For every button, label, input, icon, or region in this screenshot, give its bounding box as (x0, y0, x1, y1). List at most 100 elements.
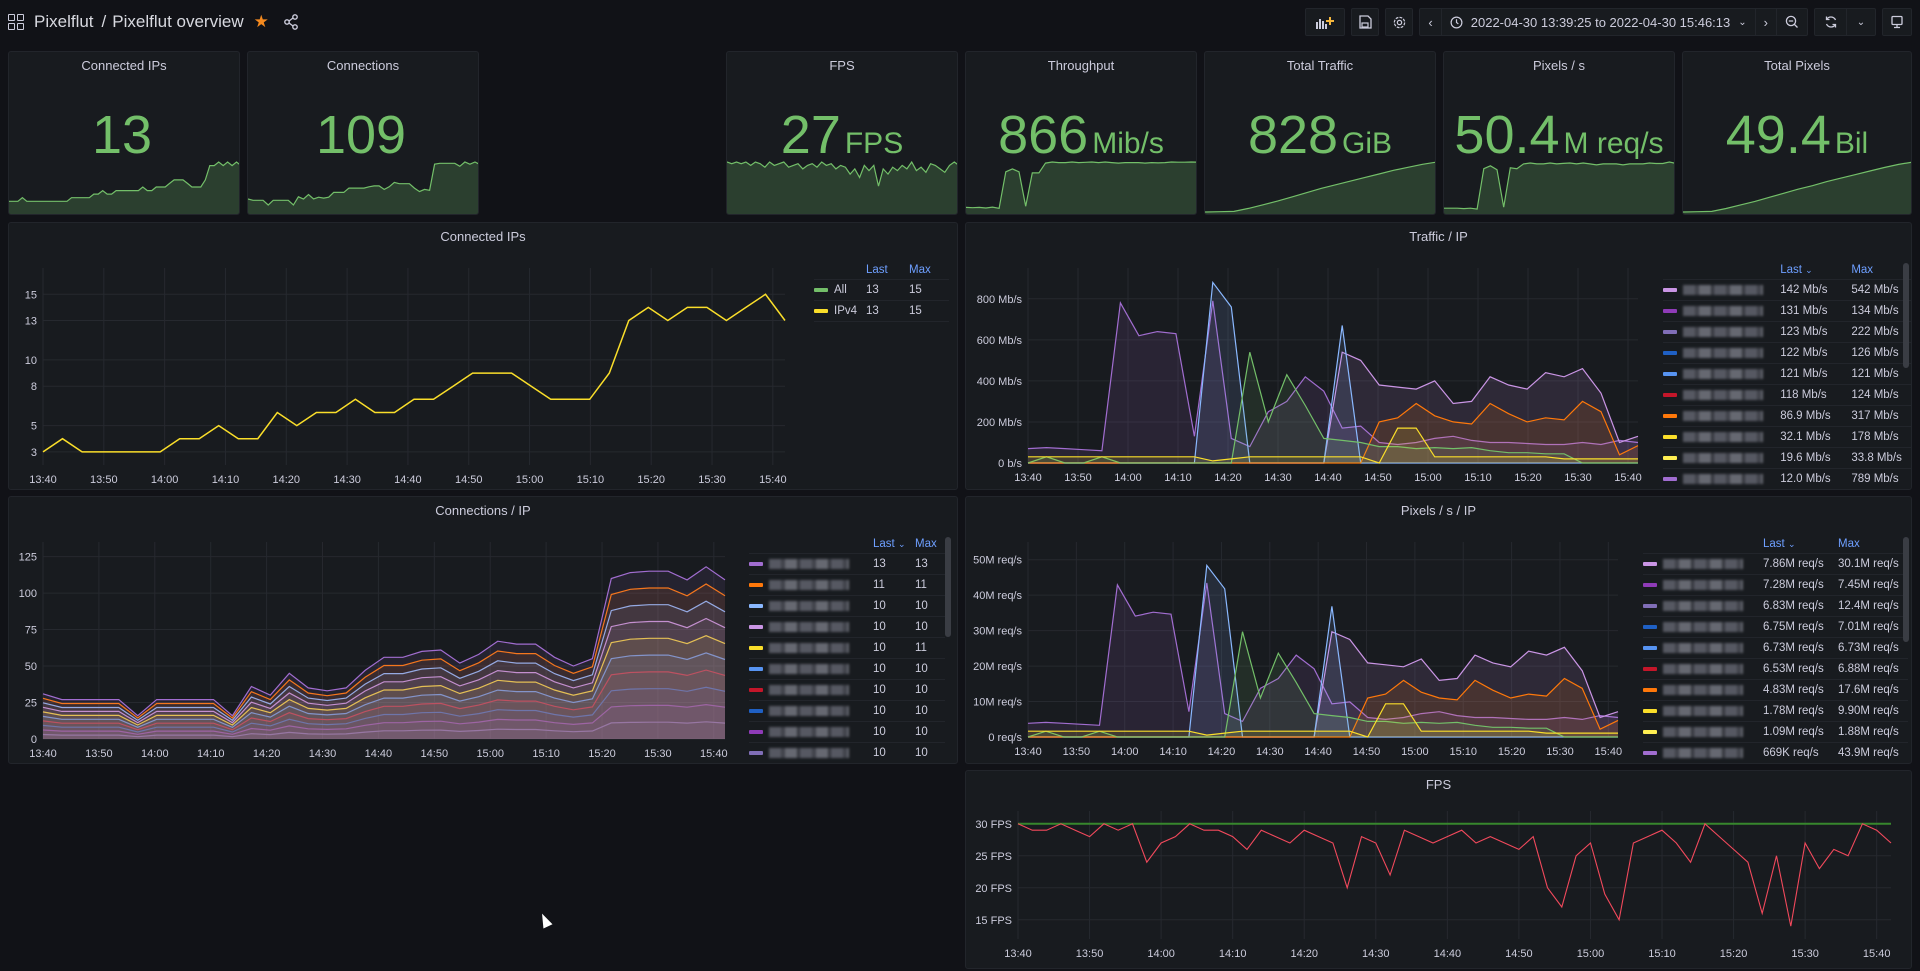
redacted-ip (1663, 621, 1743, 632)
legend-row[interactable]: 121 Mb/s 121 Mb/s (1663, 363, 1911, 385)
stat-number: 866 (998, 105, 1089, 165)
legend-row[interactable]: All 13 15 (814, 279, 949, 301)
panel-title: Throughput (1047, 58, 1115, 73)
legend-row[interactable]: 12.0 Mb/s 789 Mb/s (1663, 468, 1911, 489)
x-tick-label: 13:50 (1063, 746, 1091, 758)
sparkline-area (1444, 162, 1674, 214)
legend-row[interactable]: 6.73M req/s 6.73M req/s (1643, 637, 1908, 659)
redacted-ip (1683, 284, 1763, 295)
panel-pixels-per-ip: Pixels / s / IP 0 req/s 10M req/s 20M req/… (965, 496, 1912, 764)
series-color-swatch (749, 561, 763, 566)
redacted-ip (1683, 368, 1763, 379)
time-forward-button[interactable]: › (1756, 9, 1777, 35)
y-tick-label: 0 b/s (998, 458, 1022, 470)
legend-row[interactable]: 6.83M req/s 12.4M req/s (1643, 595, 1908, 617)
pixels-per-ip-chart[interactable]: 0 req/s 10M req/s 20M req/s 30M req/s 40M re… (966, 497, 1646, 764)
legend-row[interactable]: 122 Mb/s 126 Mb/s (1663, 342, 1911, 364)
redacted-ip (1663, 579, 1743, 590)
fps-chart[interactable]: 15 FPS 20 FPS 25 FPS 30 FPS 13:40 13:50 14:00 1… (966, 771, 1912, 969)
x-tick-label: 14:10 (1159, 746, 1187, 758)
legend-header-max[interactable]: Max (909, 261, 949, 280)
refresh-icon (1825, 16, 1836, 28)
legend-row[interactable]: 7.86M req/s 30.1M req/s (1643, 553, 1908, 575)
legend-scrollbar[interactable] (945, 537, 951, 637)
series-color-swatch (1663, 329, 1677, 334)
time-back-button[interactable]: ‹ (1420, 9, 1442, 35)
legend-last: 11 (873, 574, 915, 596)
tv-mode-button[interactable] (1882, 8, 1912, 36)
dashboard-title[interactable]: Pixelflut overview (112, 12, 243, 31)
x-tick-label: 14:50 (455, 474, 483, 486)
x-tick-label: 14:40 (1434, 948, 1462, 960)
save-button[interactable] (1351, 8, 1380, 36)
legend-row[interactable]: 86.9 Mb/s 317 Mb/s (1663, 405, 1911, 427)
legend-row[interactable]: 19.6 Mb/s 33.8 Mb/s (1663, 447, 1911, 469)
legend-row[interactable]: 10 10 (749, 616, 945, 638)
legend-row[interactable]: 32.1 Mb/s 178 Mb/s (1663, 426, 1911, 448)
legend-row[interactable]: 131 Mb/s 134 Mb/s (1663, 300, 1911, 322)
zoom-out-icon (1785, 15, 1798, 28)
legend-row[interactable]: 4.83M req/s 17.6M req/s (1643, 679, 1908, 701)
redacted-ip (769, 684, 849, 695)
legend-row[interactable]: 11 11 (749, 574, 945, 596)
legend-header-last[interactable]: Last ⌄ (1780, 261, 1852, 280)
legend-header-last[interactable]: Last (866, 261, 909, 280)
legend-row[interactable]: 10 11 (749, 637, 945, 659)
legend-header-max[interactable]: Max (915, 535, 945, 554)
legend-max: 10 (915, 742, 945, 763)
legend-row[interactable]: 142 Mb/s 542 Mb/s (1663, 279, 1911, 301)
legend-max: 124 Mb/s (1851, 384, 1911, 406)
refresh-interval-dropdown[interactable]: ⌄ (1847, 9, 1875, 35)
zoom-out-button[interactable] (1777, 9, 1807, 35)
apps-icon[interactable] (8, 14, 24, 30)
add-panel-button[interactable] (1305, 8, 1346, 36)
legend-row[interactable]: 10 10 (749, 679, 945, 701)
legend-row[interactable]: 10 10 (749, 742, 945, 763)
x-tick-label: 14:50 (1364, 472, 1392, 484)
share-icon[interactable] (283, 14, 299, 30)
legend-row[interactable]: IPv4 13 15 (814, 300, 949, 322)
legend-row[interactable]: 1.09M req/s 1.88M req/s (1643, 721, 1908, 743)
legend-row[interactable]: 669K req/s 43.9M req/s (1643, 742, 1908, 763)
legend-header-last[interactable]: Last ⌄ (873, 535, 915, 554)
legend-last: 10 (873, 658, 915, 680)
legend-last: 10 (873, 700, 915, 722)
legend-header-max[interactable]: Max (1838, 535, 1908, 554)
legend-row[interactable]: 6.75M req/s 7.01M req/s (1643, 616, 1908, 638)
legend-last: 118 Mb/s (1780, 384, 1852, 406)
redacted-ip (769, 747, 849, 758)
legend-row[interactable]: 13 13 (749, 553, 945, 575)
stat-value: 866 Mib/s (966, 104, 1196, 166)
breadcrumb-folder[interactable]: Pixelflut (34, 12, 94, 31)
x-tick-label: 15:30 (1564, 472, 1592, 484)
x-tick-label: 15:30 (1546, 746, 1574, 758)
refresh-button[interactable] (1815, 9, 1847, 35)
legend-row[interactable]: 10 10 (749, 658, 945, 680)
stat-value: 13 (9, 104, 239, 166)
legend-row[interactable]: 7.28M req/s 7.45M req/s (1643, 574, 1908, 596)
legend-row[interactable]: 6.53M req/s 6.88M req/s (1643, 658, 1908, 680)
series-color-swatch (1663, 455, 1677, 460)
legend-row[interactable]: 118 Mb/s 124 Mb/s (1663, 384, 1911, 406)
legend-row[interactable]: 1.78M req/s 9.90M req/s (1643, 700, 1908, 722)
legend-row[interactable]: 10 10 (749, 700, 945, 722)
sparkline-area (1683, 162, 1911, 214)
legend-scrollbar[interactable] (1903, 537, 1909, 642)
star-icon[interactable]: ★ (254, 12, 269, 32)
time-range-button[interactable]: 2022-04-30 13:39:25 to 2022-04-30 15:46:… (1442, 9, 1756, 35)
legend-max: 7.45M req/s (1838, 574, 1908, 596)
x-tick-label: 13:40 (1004, 948, 1032, 960)
legend-header-last[interactable]: Last ⌄ (1763, 535, 1838, 554)
connections-per-ip-chart[interactable]: 0 25 50 75 100 125 13:40 13:50 14:00 14:10 14:20 14… (9, 497, 744, 764)
legend-scrollbar[interactable] (1903, 263, 1909, 368)
x-tick-label: 15:20 (588, 748, 616, 760)
x-tick-label: 14:20 (1208, 746, 1236, 758)
traffic-per-ip-chart[interactable]: 0 b/s 200 Mb/s 400 Mb/s 600 Mb/s 800 Mb/s 13:… (966, 223, 1666, 490)
series-color-swatch (1663, 350, 1677, 355)
settings-button[interactable] (1385, 8, 1414, 36)
legend-max: 9.90M req/s (1838, 700, 1908, 722)
legend-row[interactable]: 10 10 (749, 595, 945, 617)
legend-row[interactable]: 123 Mb/s 222 Mb/s (1663, 321, 1911, 343)
legend-row[interactable]: 10 10 (749, 721, 945, 743)
legend-last: 10 (873, 616, 915, 638)
